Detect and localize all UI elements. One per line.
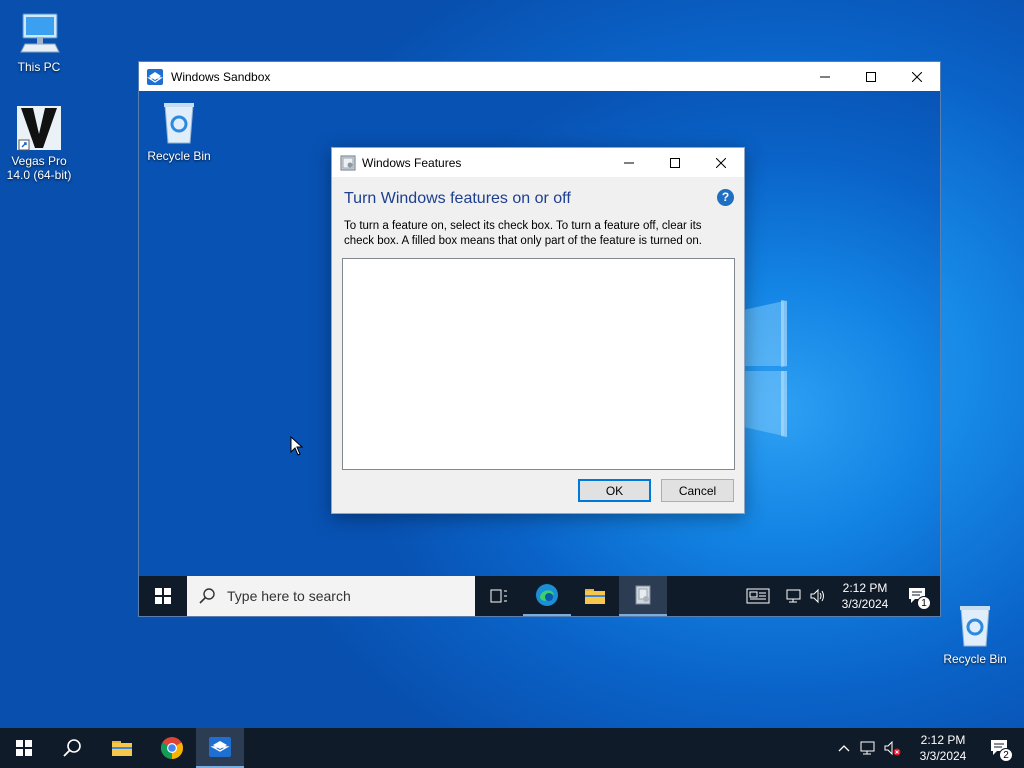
dialog-minimize-button[interactable] (606, 148, 652, 177)
dialog-heading: Turn Windows features on or off (344, 190, 571, 207)
search-icon (199, 588, 215, 604)
recycle-bin-icon (951, 602, 999, 650)
minimize-icon (624, 162, 634, 163)
host-taskbar: 2:12 PM 3/3/2024 2 (0, 728, 1024, 768)
host-sandbox-button[interactable] (196, 728, 244, 768)
host-volume-button[interactable] (880, 728, 904, 768)
windows-features-dialog: Windows Features Turn Windows features o… (331, 147, 745, 514)
host-file-explorer-button[interactable] (96, 728, 148, 768)
maximize-icon (866, 71, 876, 82)
news-widget-button[interactable] (734, 576, 782, 616)
search-placeholder: Type here to search (227, 588, 351, 604)
sandbox-taskbar: Type here to search 2:12 PM 3/3/2024 1 (139, 576, 940, 616)
windows-logo-wallpaper (739, 300, 787, 437)
host-start-button[interactable] (0, 728, 48, 768)
dialog-close-button[interactable] (698, 148, 744, 177)
desktop-icon-label: Vegas Pro 14.0 (64-bit) (6, 154, 72, 182)
features-tree-list[interactable] (342, 258, 735, 470)
desktop-icon-vegas-pro[interactable]: Vegas Pro 14.0 (64-bit) (0, 104, 79, 182)
clock-date: 3/3/2024 (841, 597, 889, 611)
volume-muted-icon (884, 740, 901, 756)
cancel-label: Cancel (678, 483, 717, 498)
desktop-icon-label: Recycle Bin (147, 149, 211, 163)
clock-time: 2:12 PM (842, 581, 888, 595)
sandbox-app-icon (147, 68, 163, 85)
start-button[interactable] (139, 576, 187, 616)
sandbox-title: Windows Sandbox (171, 69, 271, 84)
network-icon (860, 741, 875, 755)
notification-count: 2 (999, 748, 1013, 762)
desktop-icon-label: This PC (17, 60, 61, 74)
dialog-maximize-button[interactable] (652, 148, 698, 177)
sandbox-clock[interactable]: 2:12 PM 3/3/2024 (834, 580, 896, 612)
network-icon (786, 589, 801, 603)
windows-features-icon (635, 585, 651, 605)
windows-start-icon (155, 588, 171, 604)
computer-icon (15, 10, 63, 58)
dialog-titlebar[interactable]: Windows Features (332, 148, 744, 177)
minimize-button[interactable] (802, 62, 848, 91)
search-icon (63, 739, 81, 757)
news-icon (746, 588, 770, 604)
clock-time: 2:12 PM (920, 733, 966, 747)
chevron-up-icon (838, 745, 850, 752)
desktop-icon-label: Recycle Bin (943, 652, 1007, 666)
volume-icon (810, 588, 824, 604)
host-chrome-button[interactable] (148, 728, 196, 768)
folder-icon (112, 741, 132, 756)
file-explorer-taskbar-button[interactable] (571, 576, 619, 616)
help-icon: ? (721, 190, 730, 204)
maximize-icon (670, 157, 680, 168)
clock-date: 3/3/2024 (919, 749, 967, 763)
network-button[interactable] (782, 576, 806, 616)
edge-icon (536, 584, 558, 606)
ok-button[interactable]: OK (578, 479, 651, 502)
taskbar-search-box[interactable]: Type here to search (187, 576, 475, 616)
cancel-button[interactable]: Cancel (661, 479, 734, 502)
close-icon (912, 71, 922, 82)
host-search-button[interactable] (48, 728, 96, 768)
desktop-icon-this-pc[interactable]: This PC (0, 10, 79, 74)
help-button[interactable]: ? (717, 189, 734, 206)
ok-label: OK (605, 483, 624, 498)
edge-taskbar-button[interactable] (523, 576, 571, 616)
host-network-button[interactable] (856, 728, 880, 768)
desktop-icon-recycle-bin[interactable]: Recycle Bin (935, 602, 1015, 666)
notification-count: 1 (917, 596, 931, 610)
chrome-icon (161, 737, 183, 759)
folder-icon (585, 589, 605, 604)
volume-button[interactable] (806, 576, 830, 616)
task-view-icon (490, 589, 507, 603)
dialog-description: To turn a feature on, select its check b… (344, 220, 702, 247)
close-button[interactable] (894, 62, 940, 91)
action-center-button[interactable]: 1 (896, 576, 940, 616)
maximize-button[interactable] (848, 62, 894, 91)
host-clock[interactable]: 2:12 PM 3/3/2024 (910, 732, 976, 764)
dialog-title: Windows Features (362, 155, 462, 170)
sandbox-icon (209, 737, 231, 757)
sandbox-recycle-bin[interactable]: Recycle Bin (139, 99, 219, 163)
vegas-pro-icon (15, 104, 63, 152)
task-view-button[interactable] (475, 576, 523, 616)
host-action-center-button[interactable]: 2 (976, 728, 1024, 768)
mouse-cursor-icon (290, 436, 304, 456)
show-hidden-icons-button[interactable] (832, 728, 856, 768)
recycle-bin-icon (155, 99, 203, 147)
close-icon (716, 157, 726, 168)
windows-features-icon (340, 155, 356, 170)
windows-start-icon (16, 740, 32, 756)
minimize-icon (820, 76, 830, 77)
windows-features-taskbar-button[interactable] (619, 576, 667, 616)
sandbox-titlebar[interactable]: Windows Sandbox (139, 62, 940, 91)
